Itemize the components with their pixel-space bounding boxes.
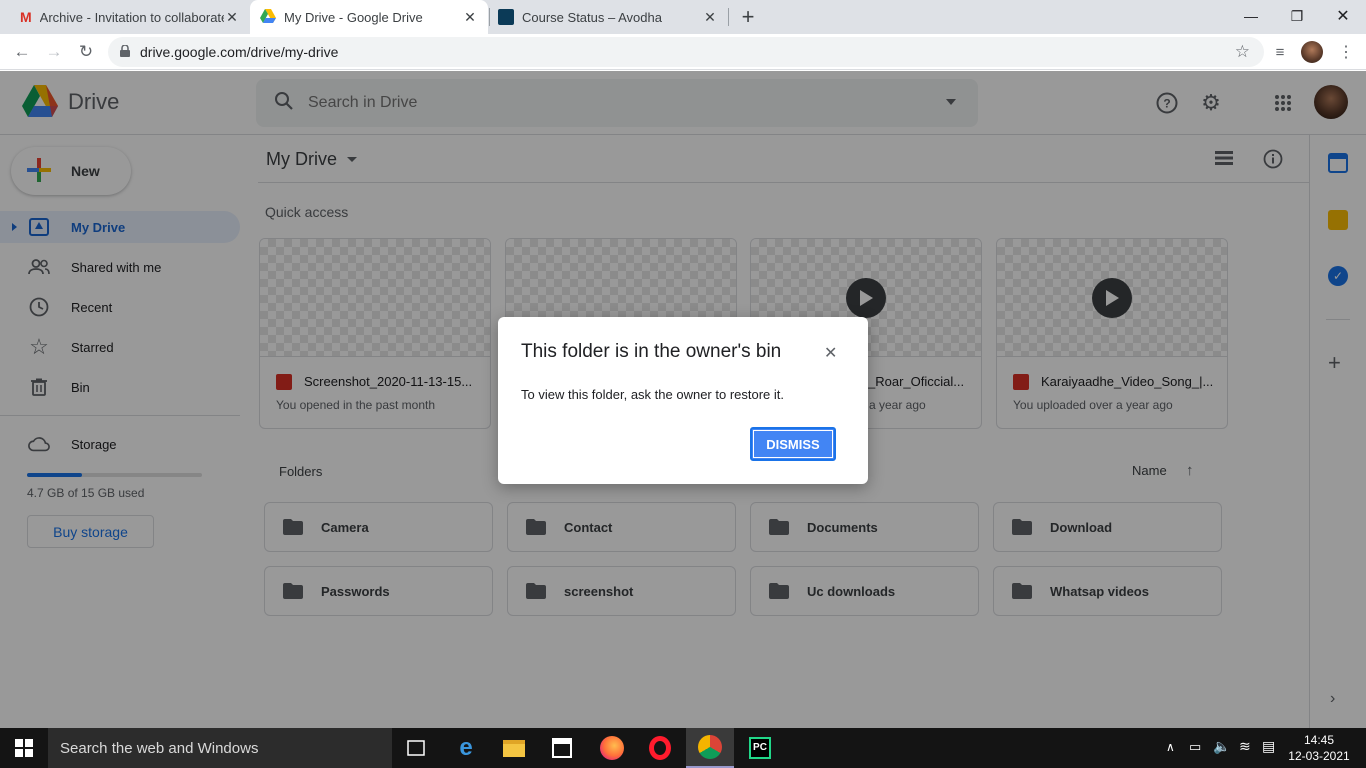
gmail-icon: M: [20, 9, 32, 25]
windows-start-icon[interactable]: [0, 728, 48, 768]
file-explorer-icon[interactable]: [490, 728, 538, 768]
browser-tab-avodha[interactable]: Course Status – Avodha ✕: [488, 0, 728, 34]
avodha-icon: [498, 9, 514, 25]
chrome-icon[interactable]: [686, 728, 734, 768]
drive-icon: [260, 8, 276, 26]
url-text: drive.google.com/drive/my-drive: [140, 44, 339, 60]
tab-title: Archive - Invitation to collaborate: [39, 9, 224, 25]
taskbar-search-box[interactable]: Search the web and Windows: [48, 728, 392, 768]
pycharm-icon[interactable]: PC: [736, 728, 784, 768]
new-tab-button[interactable]: +: [736, 4, 760, 29]
volume-icon[interactable]: 🔈: [1213, 738, 1230, 755]
close-tab-icon[interactable]: ✕: [462, 9, 478, 26]
tab-title: My Drive - Google Drive: [284, 9, 423, 25]
dismiss-button[interactable]: DISMISS: [750, 427, 836, 461]
keyboard-icon[interactable]: ▤: [1262, 738, 1275, 755]
opera-icon[interactable]: [636, 728, 684, 768]
browser-menu-icon[interactable]: ⋮: [1334, 40, 1358, 64]
minimize-button[interactable]: —: [1228, 0, 1274, 32]
browser-tab-gmail[interactable]: M Archive - Invitation to collaborate ✕: [10, 0, 250, 34]
owner-bin-dialog: This folder is in the owner's bin ✕ To v…: [498, 317, 868, 484]
reading-list-icon[interactable]: ≡: [1268, 40, 1292, 64]
reload-button[interactable]: ↻: [74, 40, 98, 64]
store-icon[interactable]: [538, 728, 586, 768]
close-tab-icon[interactable]: ✕: [702, 9, 718, 26]
browser-tab-drive[interactable]: My Drive - Google Drive ✕: [250, 0, 488, 34]
windows-taskbar: Search the web and Windows e PC ∧ ▭ 🔈 ≋ …: [0, 728, 1366, 768]
browser-toolbar: ← → ↻ drive.google.com/drive/my-drive ☆ …: [0, 34, 1366, 70]
forward-button[interactable]: →: [42, 40, 66, 64]
address-bar[interactable]: drive.google.com/drive/my-drive ☆: [108, 37, 1264, 67]
bookmark-star-icon[interactable]: ☆: [1235, 42, 1250, 62]
lock-icon: [120, 43, 130, 60]
clock-time: 14:45: [1303, 733, 1335, 747]
tab-title: Course Status – Avodha: [522, 9, 662, 25]
taskbar-clock[interactable]: 14:45 12-03-2021: [1288, 732, 1350, 764]
clock-date: 12-03-2021: [1288, 749, 1350, 763]
edge-icon[interactable]: e: [442, 728, 490, 768]
browser-tab-strip: M Archive - Invitation to collaborate ✕ …: [0, 0, 1366, 34]
back-button[interactable]: ←: [10, 40, 34, 64]
task-view-icon[interactable]: [392, 728, 440, 768]
dialog-close-icon[interactable]: ✕: [824, 343, 837, 363]
firefox-icon[interactable]: [588, 728, 636, 768]
window-close-button[interactable]: ✕: [1320, 0, 1366, 32]
show-hidden-icons-chevron[interactable]: ∧: [1166, 740, 1175, 754]
wifi-icon[interactable]: ≋: [1239, 738, 1251, 755]
battery-icon[interactable]: ▭: [1189, 739, 1201, 755]
restore-button[interactable]: ❐: [1274, 0, 1320, 32]
dialog-message: To view this folder, ask the owner to re…: [521, 387, 785, 402]
profile-avatar[interactable]: [1300, 40, 1324, 64]
dialog-title: This folder is in the owner's bin: [521, 341, 782, 362]
close-tab-icon[interactable]: ✕: [224, 9, 240, 26]
